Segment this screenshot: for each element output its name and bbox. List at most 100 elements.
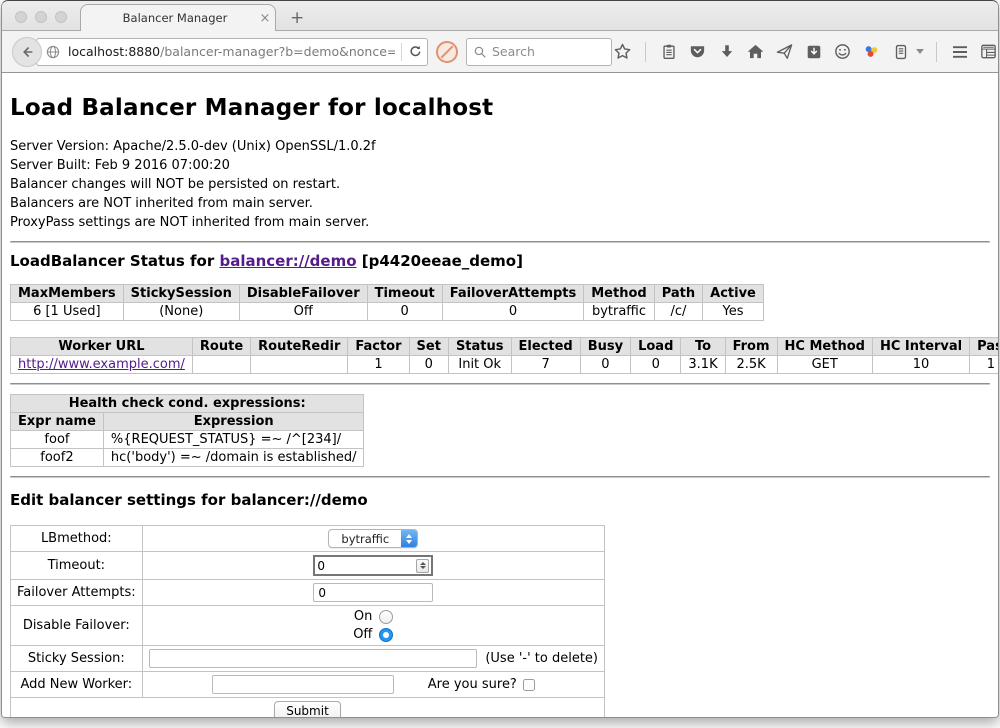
section-divider [10,383,990,385]
server-version: Server Version: Apache/2.5.0-dev (Unix) … [10,137,990,156]
table-header-row: Expr name Expression [11,413,364,431]
cell-to: 3.1K [681,356,725,374]
cell-expr-name: foof [11,431,104,449]
sticky-session-label: Sticky Session: [11,646,143,672]
col-busy: Busy [580,338,630,356]
cell-expression: %{REQUEST_STATUS} =~ /^[234]/ [103,431,364,449]
disable-failover-on-radio[interactable] [379,610,393,624]
browser-tab[interactable]: Balancer Manager × [80,4,276,31]
col-method: Method [584,285,654,303]
cell-hc-method: GET [777,356,872,374]
number-stepper-icon[interactable] [416,559,429,573]
new-tab-button[interactable]: + [290,10,304,27]
col-timeout: Timeout [367,285,442,303]
add-worker-label: Add New Worker: [11,672,143,698]
blocker-extension-icon[interactable] [436,41,458,63]
cell-factor: 1 [348,356,409,374]
form-row-submit: Submit [11,698,605,719]
reader-grid-icon[interactable] [978,41,999,62]
home-icon[interactable] [745,41,766,62]
form-row-failover-attempts: Failover Attempts: [11,580,605,606]
site-identity-globe-icon[interactable] [45,44,61,60]
browser-window: Balancer Manager × + localhost:8880/bala… [1,0,999,718]
minimize-window-button[interactable] [35,11,47,23]
notice-persist: Balancer changes will NOT be persisted o… [10,175,990,194]
failover-attempts-label: Failover Attempts: [11,580,143,606]
navigation-toolbar: localhost:8880/balancer-manager?b=demo&n… [2,31,998,73]
cell-elected: 7 [511,356,580,374]
confirm-group: Are you sure? [428,677,535,692]
sticky-session-input[interactable] [149,649,478,668]
zoom-window-button[interactable] [55,11,67,23]
save-page-icon[interactable] [803,41,824,62]
balancer-link[interactable]: balancer://demo [219,252,356,270]
cell-set: 0 [409,356,448,374]
confirm-label: Are you sure? [428,677,517,692]
search-bar[interactable] [466,38,612,66]
colors-extension-icon[interactable] [861,41,882,62]
col-route: Route [192,338,250,356]
table-row: http://www.example.com/ 1 0 Init Ok 7 0 … [11,356,999,374]
url-input[interactable]: localhost:8880/balancer-manager?b=demo&n… [68,44,395,59]
pocket-icon[interactable] [687,41,708,62]
search-input[interactable] [492,44,592,59]
form-row-disable-failover: Disable Failover: On Off [11,606,605,646]
worker-url-link[interactable]: http://www.example.com/ [18,357,185,372]
cell-status: Init Ok [448,356,511,374]
reading-list-icon[interactable] [658,41,679,62]
lbmethod-label: LBmethod: [11,526,143,552]
cell-timeout: 0 [367,303,442,321]
cell-passes: 1 (0) [970,356,998,374]
page-title: Load Balancer Manager for localhost [10,95,990,121]
chevron-down-icon[interactable] [916,49,924,54]
timeout-input[interactable] [317,559,416,573]
url-bar[interactable]: localhost:8880/balancer-manager?b=demo&n… [36,38,428,66]
lbmethod-select[interactable]: bytraffic [328,529,418,548]
col-from: From [725,338,777,356]
select-stepper-icon [401,529,417,548]
toolbar-icons [612,41,999,62]
cell-method: bytraffic [584,303,654,321]
window-controls[interactable] [15,11,67,23]
col-set: Set [409,338,448,356]
close-window-button[interactable] [15,11,27,23]
cell-busy: 0 [580,356,630,374]
page-content: Load Balancer Manager for localhost Serv… [2,73,998,718]
form-row-sticky-session: Sticky Session: (Use '-' to delete) [11,646,605,672]
url-path: /balancer-manager?b=demo&nonce=decc37be-… [160,44,395,59]
confirm-checkbox[interactable] [523,679,535,691]
containers-icon[interactable] [890,41,911,62]
back-button[interactable] [12,37,42,67]
cell-maxmembers: 6 [1 Used] [11,303,124,321]
section-divider [10,476,990,478]
worker-status-table: Worker URL Route RouteRedir Factor Set S… [10,337,998,374]
table-row: foof2 hc('body') =~ /domain is establish… [11,449,364,467]
send-tab-icon[interactable] [774,41,795,62]
submit-button[interactable]: Submit [274,701,341,718]
status-heading-prefix: LoadBalancer Status for [10,252,219,270]
section-divider [10,241,990,243]
form-row-lbmethod: LBmethod: bytraffic [11,526,605,552]
table-header-row: MaxMembers StickySession DisableFailover… [11,285,764,303]
notice-proxypass: ProxyPass settings are NOT inherited fro… [10,213,990,232]
balancer-status-table: MaxMembers StickySession DisableFailover… [10,284,764,321]
downloads-icon[interactable] [716,41,737,62]
add-worker-input[interactable] [212,675,394,694]
bookmark-star-icon[interactable] [612,41,633,62]
cell-path: /c/ [654,303,702,321]
cell-hc-interval: 10 [872,356,969,374]
failover-attempts-input[interactable] [313,583,433,602]
menu-icon[interactable] [949,41,970,62]
col-path: Path [654,285,702,303]
reload-icon[interactable] [408,44,423,59]
status-heading: LoadBalancer Status for balancer://demo … [10,252,990,270]
disable-failover-off-radio[interactable] [379,628,393,642]
cell-route [192,356,250,374]
tab-title: Balancer Manager [81,11,255,25]
disable-failover-label: Disable Failover: [11,606,143,646]
col-factor: Factor [348,338,409,356]
feedback-smiley-icon[interactable] [832,41,853,62]
col-expr-name: Expr name [11,413,104,431]
timeout-field-wrap [313,555,433,576]
tab-close-icon[interactable]: × [255,11,275,26]
